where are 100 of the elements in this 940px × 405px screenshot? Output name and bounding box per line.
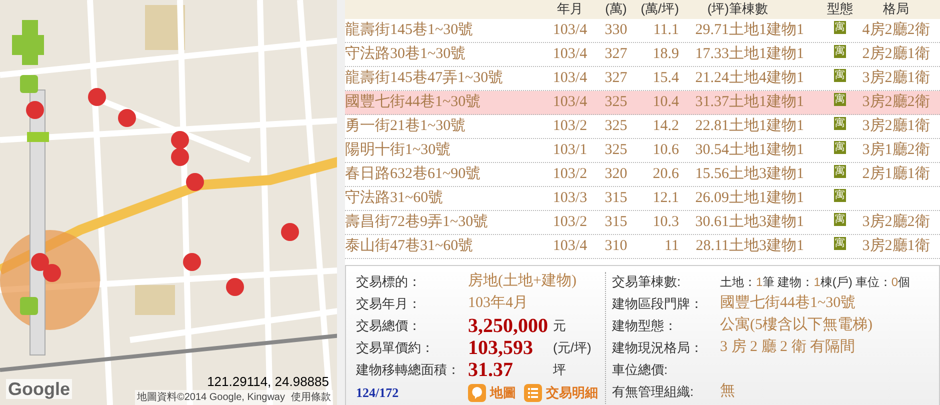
table-row[interactable]: 龍壽街145巷1~30號 103/4 330 11.1 29.71土地1建物1 寓 4房2廳2衛 bbox=[345, 19, 940, 43]
details-button[interactable]: 交易明細 bbox=[524, 383, 598, 403]
field-value: 無 bbox=[720, 382, 735, 402]
table-cell-text: 10.6 bbox=[652, 141, 679, 160]
table-cell-text: 20.6 bbox=[652, 165, 679, 184]
table-row[interactable]: 龍壽街145巷47弄1~30號 103/4 327 15.4 21.24土地4建物1 寓 3房2廳1衛 bbox=[345, 67, 940, 91]
field-label: 有無管理組織: bbox=[612, 382, 695, 401]
table-cell-text: 3房2廳1衛 bbox=[862, 68, 930, 88]
field-label: 建物現況格局： bbox=[612, 338, 704, 357]
table-cell-text: 土地3建物1 bbox=[729, 164, 804, 184]
table-cell-text: 3房2廳2衛 bbox=[862, 212, 930, 232]
table-cell-text: 壽昌街72巷9弄1~30號 bbox=[345, 212, 488, 232]
table-cell-text: 春日路632巷61~90號 bbox=[345, 164, 481, 184]
type-badge: 寓 bbox=[834, 21, 846, 34]
speech-bubble-icon bbox=[468, 384, 486, 402]
count-text: 建物：1棟(戶) bbox=[778, 274, 852, 290]
column-header: 型態 bbox=[827, 0, 853, 16]
table-cell-text: 310 bbox=[604, 237, 628, 256]
field-value: 3 房 2 廳 2 衛 有隔間 bbox=[720, 337, 855, 358]
column-header: 格局 bbox=[883, 0, 909, 16]
table-cell-text: 土地1建物1 bbox=[729, 44, 804, 64]
table-cell-text: 土地1建物1 bbox=[729, 92, 804, 112]
table-cell-text: 103/2 bbox=[552, 213, 588, 232]
type-badge: 寓 bbox=[834, 165, 846, 178]
table-cell-text: 30.61 bbox=[695, 213, 729, 232]
field-label: 交易總價： bbox=[356, 316, 422, 335]
field-value: 房地(土地+建物) bbox=[468, 271, 576, 292]
table-cell-text: 14.2 bbox=[652, 117, 679, 136]
table-cell-text: 103/4 bbox=[552, 21, 588, 40]
table-cell-text: 土地1建物1 bbox=[729, 188, 804, 208]
map-coordinates: 121.29114, 24.98885 bbox=[207, 372, 329, 390]
table-cell-text: 327 bbox=[604, 45, 628, 64]
field-value: 公寓(5樓含以下無電梯) bbox=[720, 315, 872, 336]
page-counter: 124/172 bbox=[356, 384, 400, 402]
unit-label: (元/坪) bbox=[553, 338, 592, 357]
column-header: 筆棟數 bbox=[729, 0, 768, 16]
table-cell-text: 325 bbox=[604, 117, 628, 136]
table-cell-text: 國豐七街44巷1~30號 bbox=[345, 92, 481, 112]
table-cell-text: 31.37 bbox=[695, 93, 729, 112]
table-cell-text: 土地3建物1 bbox=[729, 236, 804, 256]
type-badge: 寓 bbox=[834, 213, 846, 226]
table-cell-text: 103/2 bbox=[552, 165, 588, 184]
table-cell-text: 26.09 bbox=[695, 189, 729, 208]
table-cell-text: 泰山街47巷31~60號 bbox=[345, 236, 474, 256]
table-row[interactable]: 守法路30巷1~30號 103/4 327 18.9 17.33土地1建物1 寓 2房2廳1衛 bbox=[345, 43, 940, 67]
column-header: 年月 bbox=[557, 0, 583, 16]
table-cell-text: 103/2 bbox=[552, 117, 588, 136]
table-cell-text: 103/4 bbox=[552, 237, 588, 256]
table-cell-text: 17.33 bbox=[695, 45, 729, 64]
table-row[interactable]: 國豐七街44巷1~30號 103/4 325 10.4 31.37土地1建物1 寓 3房2廳2衛 bbox=[345, 91, 940, 115]
table-cell-text: 325 bbox=[604, 141, 628, 160]
type-badge: 寓 bbox=[834, 189, 846, 202]
terms-link[interactable]: 使用條款 bbox=[291, 390, 331, 405]
table-row[interactable]: 陽明十街1~30號 103/1 325 10.6 30.54土地1建物1 寓 3房1廳2衛 bbox=[345, 139, 940, 163]
table-cell-text: 10.4 bbox=[652, 93, 679, 112]
field-label: 交易單價約： bbox=[356, 338, 435, 357]
table-cell-text: 土地1建物1 bbox=[729, 116, 804, 136]
count-text: 土地：1筆 bbox=[720, 274, 775, 290]
table-cell-text: 28.11 bbox=[696, 237, 729, 256]
table-cell-text: 3房2廳2衛 bbox=[862, 92, 930, 112]
table-cell-text: 3房2廳1衛 bbox=[862, 116, 930, 136]
table-row[interactable]: 守法路31~60號 103/3 315 12.1 26.09土地1建物1 寓 bbox=[345, 187, 940, 211]
table-row[interactable]: 壽昌街72巷9弄1~30號 103/2 315 10.3 30.61土地3建物1 寓 3房2廳2衛 bbox=[345, 211, 940, 235]
table-cell-text: 327 bbox=[604, 69, 628, 88]
type-badge: 寓 bbox=[834, 141, 846, 154]
type-badge: 寓 bbox=[834, 117, 846, 130]
field-value: 3,250,000 bbox=[468, 314, 549, 338]
table-cell-text: 土地3建物1 bbox=[729, 212, 804, 232]
map-attribution: 地圖資料©2014 Google, Kingway bbox=[137, 390, 285, 405]
unit-label: 坪 bbox=[553, 360, 566, 379]
count-text: 車位：0個 bbox=[855, 274, 910, 290]
list-icon bbox=[524, 384, 542, 402]
table-row[interactable]: 春日路632巷61~90號 103/2 320 20.6 15.56土地3建物1 寓 2房1廳1衛 bbox=[345, 163, 940, 187]
table-cell-text: 103/3 bbox=[552, 189, 588, 208]
table-cell-text: 103/4 bbox=[552, 45, 588, 64]
map-button[interactable]: 地圖 bbox=[468, 383, 516, 403]
field-label: 建物區段門牌： bbox=[612, 294, 704, 313]
table-cell-text: 315 bbox=[604, 213, 628, 232]
table-cell-text: 勇一街21巷1~30號 bbox=[345, 116, 466, 136]
table-cell-text: 土地1建物1 bbox=[729, 140, 804, 160]
table-cell-text: 18.9 bbox=[652, 45, 679, 64]
table-row[interactable]: 泰山街47巷31~60號 103/4 310 11 28.11土地3建物1 寓 3房2廳1衛 bbox=[345, 235, 940, 259]
field-value: 103年4月 bbox=[468, 294, 528, 314]
table-cell-text: 龍壽街145巷47弄1~30號 bbox=[345, 68, 504, 88]
table-cell-text: 22.81 bbox=[695, 117, 729, 136]
type-badge: 寓 bbox=[834, 237, 846, 250]
table-cell-text: 330 bbox=[604, 21, 628, 40]
table-cell-text: 4房2廳2衛 bbox=[862, 20, 930, 40]
type-badge: 寓 bbox=[834, 69, 846, 82]
table-cell-text: 2房2廳1衛 bbox=[862, 44, 930, 64]
table-cell-text: 陽明十街1~30號 bbox=[345, 140, 451, 160]
column-header: (坪) bbox=[707, 0, 729, 16]
table-cell-text: 15.4 bbox=[652, 69, 679, 88]
table-row[interactable]: 勇一街21巷1~30號 103/2 325 14.2 22.81土地1建物1 寓 3房2廳1衛 bbox=[345, 115, 940, 139]
table-cell-text: 12.1 bbox=[652, 189, 679, 208]
field-label: 交易年月： bbox=[356, 294, 422, 313]
field-label: 建物移轉總面積： bbox=[356, 360, 461, 379]
type-badge: 寓 bbox=[834, 93, 846, 106]
field-label: 交易標的： bbox=[356, 272, 422, 291]
column-header: (萬/坪) bbox=[640, 0, 679, 16]
